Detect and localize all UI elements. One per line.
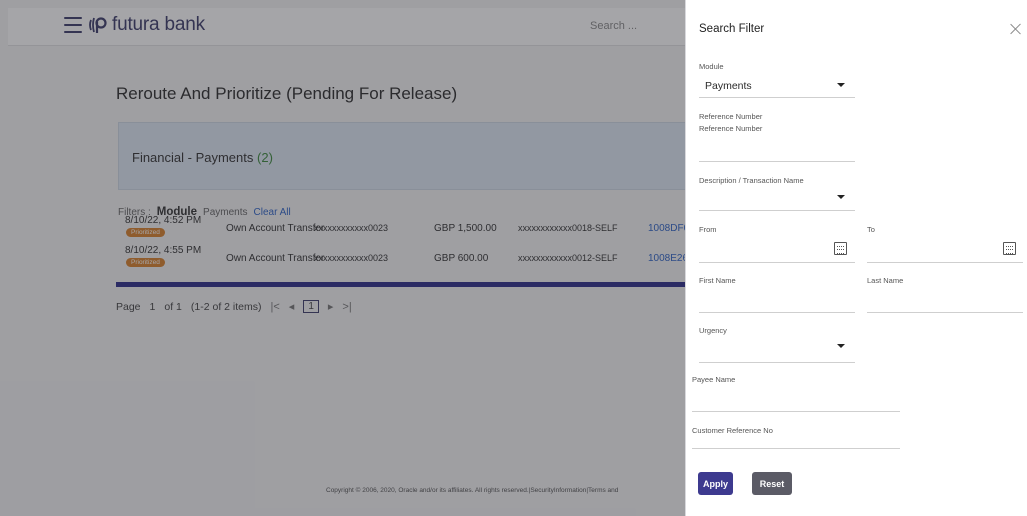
- customer-reference-input[interactable]: [692, 448, 900, 449]
- first-name-input[interactable]: [699, 312, 855, 313]
- to-date-label: To: [867, 225, 875, 234]
- first-name-label: First Name: [699, 276, 736, 285]
- last-name-input[interactable]: [867, 312, 1023, 313]
- urgency-select-underline[interactable]: [699, 362, 855, 363]
- search-filter-panel: Search Filter Module Payments Reference …: [685, 0, 1027, 516]
- description-label: Description / Transaction Name: [699, 176, 804, 185]
- from-date-input[interactable]: [699, 262, 855, 263]
- apply-button[interactable]: Apply: [698, 472, 733, 495]
- customer-reference-label: Customer Reference No: [692, 426, 773, 435]
- panel-title: Search Filter: [699, 23, 765, 35]
- description-select-underline[interactable]: [699, 210, 855, 211]
- payee-name-label: Payee Name: [692, 375, 736, 384]
- payee-name-input[interactable]: [692, 411, 900, 412]
- calendar-icon[interactable]: [834, 242, 847, 255]
- from-date-label: From: [699, 225, 717, 234]
- calendar-icon[interactable]: [1003, 242, 1016, 255]
- reference-number-input[interactable]: Reference Number: [699, 124, 762, 133]
- module-select-underline: [699, 97, 855, 98]
- modal-overlay[interactable]: [0, 0, 685, 516]
- to-date-input[interactable]: [867, 262, 1023, 263]
- chevron-down-icon[interactable]: [837, 344, 845, 348]
- close-icon[interactable]: [1010, 23, 1022, 35]
- chevron-down-icon[interactable]: [837, 83, 845, 87]
- module-label: Module: [699, 62, 724, 71]
- reference-number-label: Reference Number: [699, 112, 763, 121]
- urgency-label: Urgency: [699, 326, 727, 335]
- reference-number-underline: [699, 161, 855, 162]
- reset-button[interactable]: Reset: [752, 472, 792, 495]
- chevron-down-icon[interactable]: [837, 195, 845, 199]
- last-name-label: Last Name: [867, 276, 904, 285]
- module-select-value[interactable]: Payments: [705, 80, 752, 92]
